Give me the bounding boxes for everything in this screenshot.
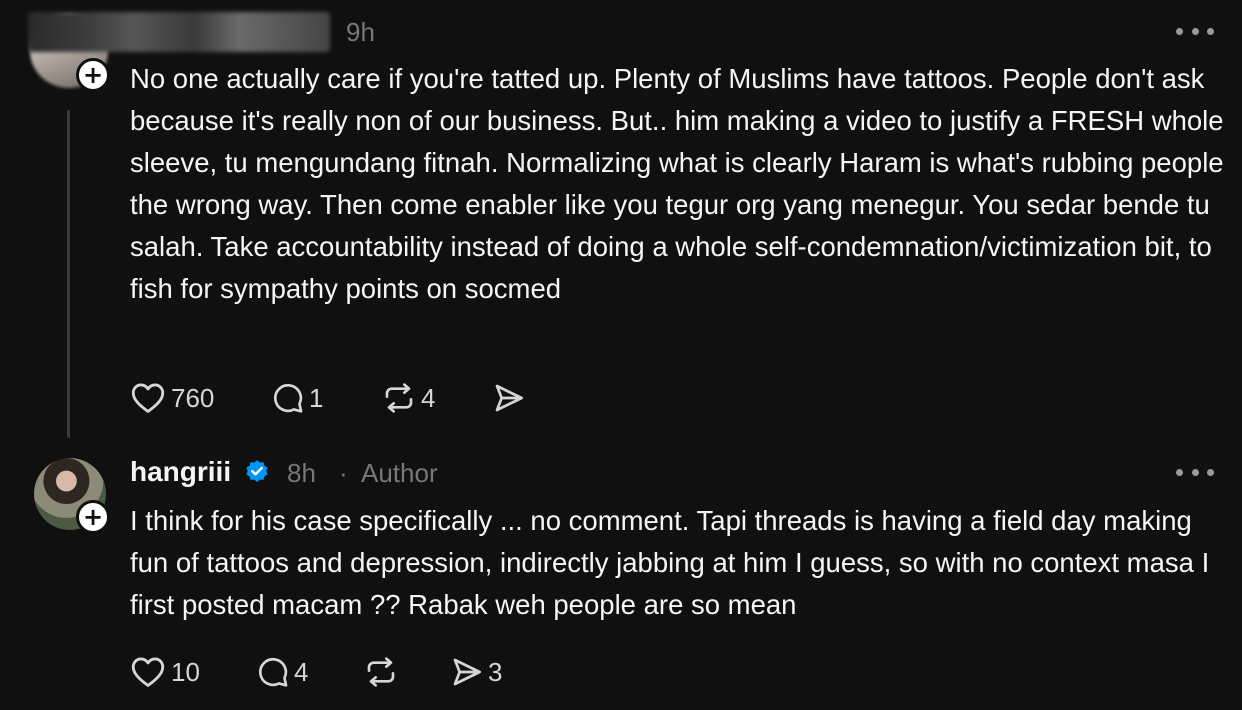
separator-dot: · — [339, 458, 348, 488]
share-count: 3 — [488, 656, 503, 687]
more-options-icon[interactable] — [1176, 26, 1214, 36]
share-button[interactable]: 3 — [450, 656, 502, 688]
more-options-icon[interactable] — [1176, 467, 1214, 477]
like-button[interactable]: 760 — [131, 382, 214, 414]
heart-icon — [131, 383, 165, 413]
post-time: 8h — [287, 458, 316, 488]
share-button[interactable] — [492, 382, 532, 414]
repost-count: 4 — [421, 382, 436, 413]
heart-icon — [131, 657, 165, 687]
author-label: Author — [361, 458, 438, 488]
follow-plus-icon[interactable]: + — [76, 58, 110, 92]
like-count: 760 — [171, 382, 215, 413]
like-count: 10 — [171, 656, 200, 687]
reply-button[interactable]: 1 — [271, 382, 323, 414]
repost-button[interactable]: 4 — [381, 382, 435, 414]
share-icon — [495, 384, 523, 412]
thread-line — [67, 110, 70, 438]
post-body: I think for his case specifically ... no… — [130, 505, 1210, 620]
reply-count: 4 — [294, 656, 309, 687]
repost-button[interactable] — [363, 656, 405, 688]
repost-icon — [367, 657, 395, 687]
username-redacted — [28, 12, 330, 52]
follow-plus-icon[interactable]: + — [76, 500, 110, 534]
reply-count: 1 — [309, 382, 324, 413]
reply-button[interactable]: 4 — [256, 656, 308, 688]
like-button[interactable]: 10 — [131, 656, 200, 688]
post-time: 9h — [346, 17, 375, 47]
post-body: No one actually care if you're tatted up… — [130, 63, 1224, 304]
verified-badge-icon — [246, 460, 268, 482]
share-icon — [453, 658, 481, 686]
username[interactable]: hangriii — [130, 456, 231, 488]
comment-icon — [258, 657, 288, 687]
repost-icon — [385, 383, 413, 413]
comment-icon — [273, 383, 303, 413]
